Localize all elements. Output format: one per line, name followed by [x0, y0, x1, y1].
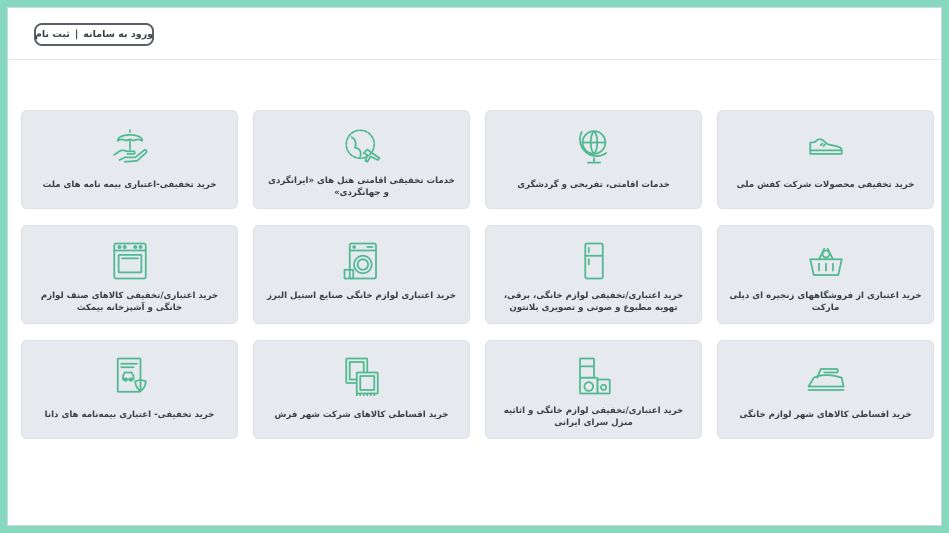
appliances-icon — [571, 353, 617, 399]
card-label: خرید تخفیفی- اعتباری بیمه‌نامه های دانا — [44, 410, 215, 420]
register-label[interactable]: ثبت نام — [35, 29, 70, 40]
travel-plane-icon — [339, 123, 385, 169]
separator: | — [74, 29, 79, 40]
umbrella-hand-icon — [107, 123, 153, 169]
app-frame: ورود به سامانه | ثبت نام خرید تخفیفی محص… — [7, 7, 942, 526]
card-shahr-lavazem[interactable]: خرید اقساطی کالاهای شهر لوازم خانگی — [717, 340, 934, 439]
card-bimex[interactable]: خرید اعتباری/تخفیفی کالاهای صنف لوازم خا… — [21, 225, 238, 324]
globe-icon — [571, 123, 617, 169]
card-blanton[interactable]: خرید اعتباری/تخفیفی لوازم خانگی، برقی، ت… — [485, 225, 702, 324]
carpet-icon — [339, 353, 385, 399]
top-bar: ورود به سامانه | ثبت نام — [8, 8, 941, 60]
card-label: خدمات تخفیفی اقامتی هتل های «ایرانگردی و… — [268, 176, 455, 199]
services-grid: خرید تخفیفی محصولات شرکت کفش ملی خدمات ا… — [19, 110, 934, 439]
card-label: خدمات اقامتی، تفریحی و گردشگری — [517, 180, 670, 190]
washing-machine-icon — [339, 238, 385, 284]
login-register-button[interactable]: ورود به سامانه | ثبت نام — [34, 23, 154, 46]
card-label: خرید اعتباری/تخفیفی لوازم خانگی، برقی، ت… — [503, 291, 684, 314]
sneaker-icon — [803, 123, 849, 169]
iron-icon — [803, 353, 849, 399]
card-shahr-farsh[interactable]: خرید اقساطی کالاهای شرکت شهر فرش — [253, 340, 470, 439]
card-label: خرید تخفیفی-اعتباری بیمه نامه های ملت — [42, 180, 217, 190]
card-label: خرید اعتباری لوازم خانگی صنایع استیل الب… — [267, 291, 456, 301]
card-tourism[interactable]: خدمات اقامتی، تفریحی و گردشگری — [485, 110, 702, 209]
card-label: خرید اعتباری/تخفیفی کالاهای صنف لوازم خا… — [40, 291, 219, 314]
card-hotels[interactable]: خدمات تخفیفی اقامتی هتل های «ایرانگردی و… — [253, 110, 470, 209]
card-dana-insurance[interactable]: خرید تخفیفی- اعتباری بیمه‌نامه های دانا — [21, 340, 238, 439]
shopping-basket-icon — [803, 238, 849, 284]
card-saraye-irani[interactable]: خرید اعتباری/تخفیفی لوازم خانگی و اثاثیه… — [485, 340, 702, 439]
login-label[interactable]: ورود به سامانه — [83, 29, 153, 40]
card-label: خرید اقساطی کالاهای شهر لوازم خانگی — [739, 410, 912, 420]
insurance-document-icon — [107, 353, 153, 399]
card-label: خرید تخفیفی محصولات شرکت کفش ملی — [736, 180, 915, 190]
card-label: خرید اقساطی کالاهای شرکت شهر فرش — [274, 410, 449, 420]
card-steel-alborz[interactable]: خرید اعتباری لوازم خانگی صنایع استیل الب… — [253, 225, 470, 324]
card-label: خرید اعتباری از فروشگاههای زنجیره ای دیل… — [729, 291, 922, 314]
card-kafsh-melli[interactable]: خرید تخفیفی محصولات شرکت کفش ملی — [717, 110, 934, 209]
refrigerator-icon — [571, 238, 617, 284]
card-daily-market[interactable]: خرید اعتباری از فروشگاههای زنجیره ای دیل… — [717, 225, 934, 324]
oven-icon — [107, 238, 153, 284]
card-mellat-insurance[interactable]: خرید تخفیفی-اعتباری بیمه نامه های ملت — [21, 110, 238, 209]
card-label: خرید اعتباری/تخفیفی لوازم خانگی و اثاثیه… — [503, 406, 684, 429]
